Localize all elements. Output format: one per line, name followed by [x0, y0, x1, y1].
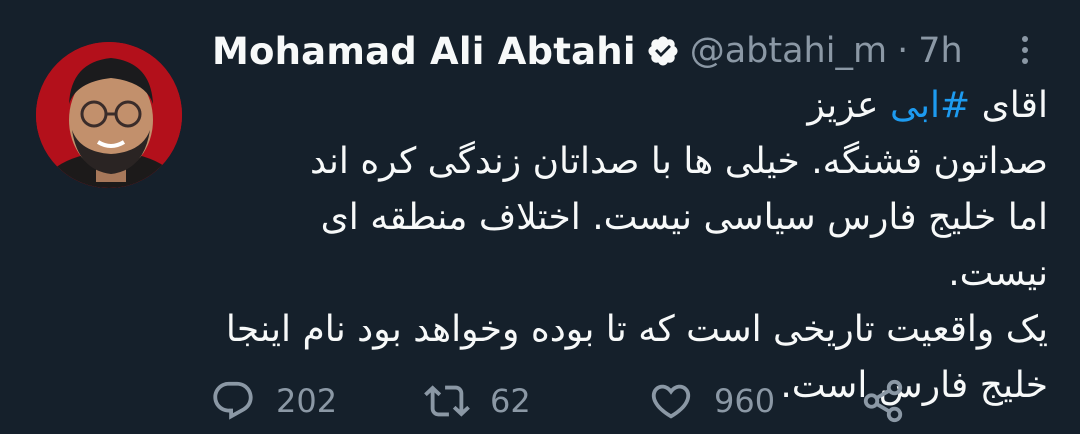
tweet-line-1: اقای #ابی عزیز — [212, 78, 1048, 134]
tweet-line-3: اما خلیج فارس سیاسی نیست. اختلاف منطقه ا… — [320, 197, 1048, 294]
heart-icon — [651, 384, 691, 419]
author-handle[interactable]: @abtahi_m — [690, 31, 887, 71]
hashtag-link[interactable]: #ابی — [890, 85, 970, 126]
retweet-count: 62 — [490, 382, 531, 420]
share-icon — [863, 379, 903, 423]
like-button[interactable]: 960 — [648, 378, 775, 424]
tweet-header: Mohamad Ali Abtahi @abtahi_m · 7h — [212, 26, 963, 76]
retweet-icon — [424, 385, 470, 417]
verified-badge-icon — [646, 34, 680, 68]
tweet-line-1-prefix: اقای — [970, 85, 1048, 126]
share-button[interactable] — [860, 378, 906, 424]
tweet-line-4: یک واقعیت تاریخی است که تا بوده وخواهد ب… — [225, 309, 1048, 350]
author-name[interactable]: Mohamad Ali Abtahi — [212, 30, 636, 73]
tweet-line-2: صداتون قشنگه. خیلی ها با صداتان زندگی کر… — [310, 141, 1048, 182]
reply-count: 202 — [276, 382, 338, 420]
more-vertical-icon[interactable] — [1008, 30, 1042, 70]
tweet-line-1-suffix: عزیز — [807, 85, 890, 126]
like-count: 960 — [714, 382, 776, 420]
separator-dot: · — [897, 31, 909, 71]
avatar-portrait — [36, 42, 182, 188]
tweet-text: اقای #ابی عزیز صداتون قشنگه. خیلی ها با … — [212, 78, 1048, 414]
tweet-actions: 202 62 960 — [210, 372, 930, 430]
reply-button[interactable]: 202 — [210, 378, 337, 424]
retweet-button[interactable]: 62 — [424, 378, 531, 424]
author-avatar[interactable] — [36, 42, 182, 188]
reply-bubble-icon — [213, 381, 253, 420]
tweet-timestamp[interactable]: 7h — [918, 31, 962, 71]
